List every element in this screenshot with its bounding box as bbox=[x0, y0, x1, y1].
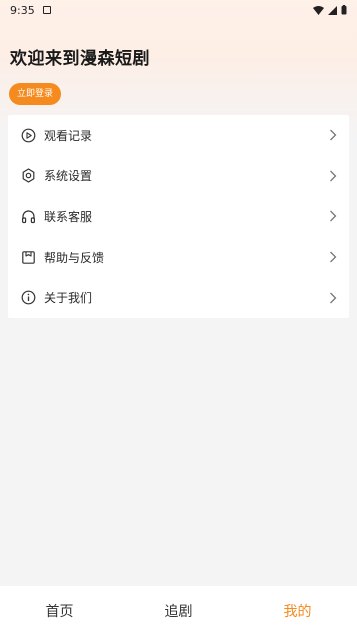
chevron-right-icon bbox=[330, 211, 337, 222]
chevron-right-icon bbox=[330, 292, 337, 304]
menu-item-label: 关于我们 bbox=[44, 291, 93, 306]
menu-item-label: 帮助与反馈 bbox=[44, 250, 105, 265]
play-circle-icon bbox=[20, 127, 36, 143]
menu-item-watch-history[interactable]: 观看记录 bbox=[8, 115, 349, 156]
bottom-tab-bar: 首页 追剧 我的 bbox=[0, 586, 357, 636]
status-bar: 9:35 bbox=[0, 0, 357, 20]
menu-item-label: 联系客服 bbox=[44, 209, 93, 224]
menu-item-customer-service[interactable]: 联系客服 bbox=[8, 196, 349, 237]
menu-item-label: 观看记录 bbox=[44, 128, 93, 143]
menu-item-help-feedback[interactable]: 帮助与反馈 bbox=[8, 237, 349, 278]
tab-mine[interactable]: 我的 bbox=[238, 586, 357, 636]
info-icon bbox=[20, 290, 36, 306]
feedback-icon bbox=[20, 249, 36, 265]
battery-icon bbox=[341, 5, 347, 15]
notification-icon bbox=[42, 6, 51, 14]
chevron-right-icon bbox=[330, 170, 337, 182]
tab-following[interactable]: 追剧 bbox=[119, 586, 238, 636]
profile-screen: 9:35 欢迎来到漫森短剧 立即登录 观看记录 系统设置 联系客服 帮助与反馈 … bbox=[0, 0, 357, 636]
gear-icon bbox=[20, 168, 36, 184]
menu-card: 观看记录 系统设置 联系客服 帮助与反馈 关于我们 bbox=[8, 115, 349, 318]
chevron-right-icon bbox=[330, 251, 337, 263]
status-time: 9:35 bbox=[10, 3, 35, 17]
menu-item-label: 系统设置 bbox=[44, 169, 93, 184]
welcome-title: 欢迎来到漫森短剧 bbox=[10, 49, 150, 69]
tab-home[interactable]: 首页 bbox=[0, 586, 119, 636]
login-button[interactable]: 立即登录 bbox=[9, 83, 62, 105]
menu-item-about-us[interactable]: 关于我们 bbox=[8, 277, 349, 318]
headphones-icon bbox=[20, 208, 36, 224]
chevron-right-icon bbox=[330, 129, 337, 141]
status-indicators bbox=[313, 5, 347, 15]
wifi-icon bbox=[313, 5, 324, 15]
menu-item-system-settings[interactable]: 系统设置 bbox=[8, 156, 349, 197]
signal-icon bbox=[328, 5, 337, 15]
